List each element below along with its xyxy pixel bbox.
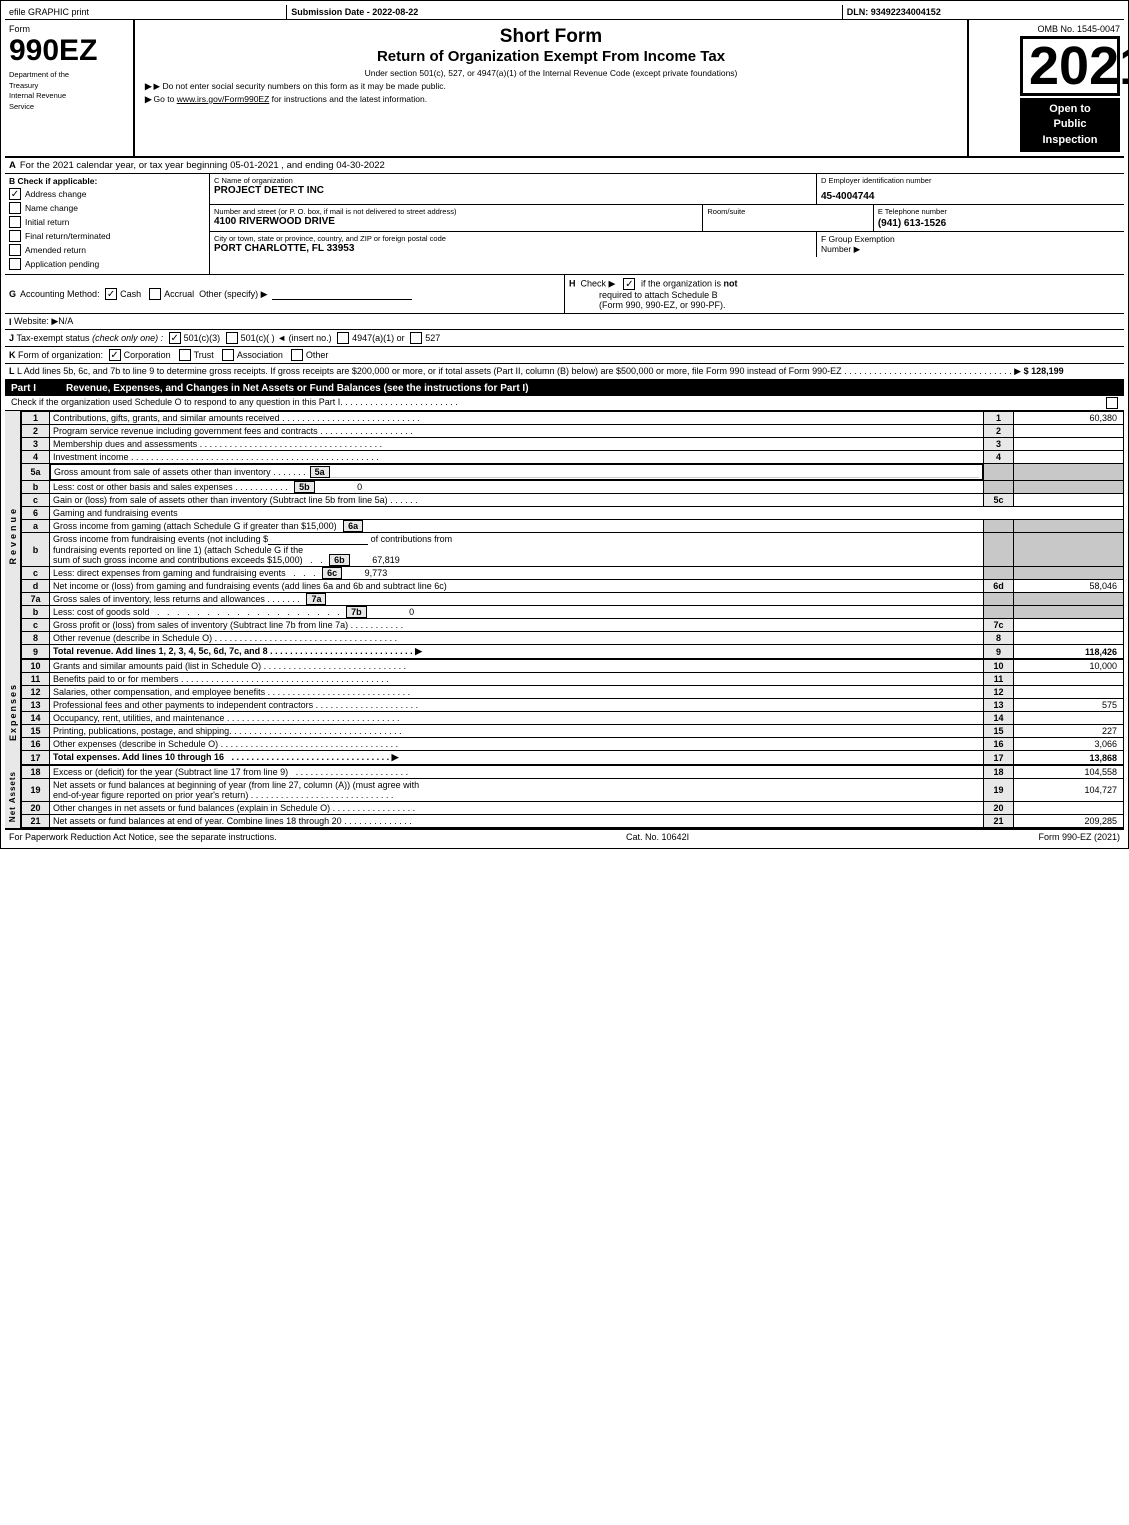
check-address-change: ✓ Address change <box>9 188 205 200</box>
expense-line-12: 12 Salaries, other compensation, and emp… <box>22 686 1124 699</box>
net-assets-section-label: Net Assets <box>5 765 21 828</box>
part1-header: Part I Revenue, Expenses, and Changes in… <box>5 381 1124 396</box>
section-a-text: For the 2021 calendar year, or tax year … <box>20 160 385 171</box>
section-g: G Accounting Method: ✓ Cash Accrual Othe… <box>5 275 565 313</box>
phone-label: E Telephone number <box>878 207 1120 216</box>
inst2: Go to www.irs.gov/Form990EZ for instruct… <box>154 94 428 104</box>
org-ein: 45-4004744 <box>821 191 1120 202</box>
efile-label: efile GRAPHIC print <box>5 5 287 19</box>
expense-line-16: 16 Other expenses (describe in Schedule … <box>22 738 1124 751</box>
form-number: 990EZ <box>9 36 129 66</box>
revenue-section-label: Revenue <box>5 411 21 659</box>
form-label: Form <box>9 24 129 34</box>
year: 2021 <box>1020 36 1120 96</box>
section-k: K Form of organization: ✓ Corporation Tr… <box>5 347 1124 364</box>
inst2-arrow: ▶ <box>145 94 152 105</box>
city-label: City or town, state or province, country… <box>214 234 812 243</box>
net-assets-line-20: 20 Other changes in net assets or fund b… <box>22 802 1124 815</box>
inst1: ▶ Do not enter social security numbers o… <box>154 81 446 92</box>
section-l: L L Add lines 5b, 6c, and 7b to line 9 t… <box>5 364 1124 381</box>
revenue-line-6b: b Gross income from fundraising events (… <box>22 533 1124 567</box>
open-to-public: Open toPublicInspection <box>1020 98 1120 152</box>
section-a-label: A <box>9 160 16 171</box>
revenue-line-5c: c Gain or (loss) from sale of assets oth… <box>22 494 1124 507</box>
d-label: D Employer identification number <box>821 176 1120 185</box>
net-assets-line-18: 18 Excess or (deficit) for the year (Sub… <box>22 766 1124 779</box>
inst1-arrow: ▶ <box>145 81 152 92</box>
revenue-line-5a: 5a Gross amount from sale of assets othe… <box>22 464 1124 481</box>
net-assets-line-21: 21 Net assets or fund balances at end of… <box>22 815 1124 828</box>
dept-info: Department of the Treasury Internal Reve… <box>9 70 129 112</box>
org-phone: (941) 613-1526 <box>878 218 1120 229</box>
section-h: H Check ▶ ✓ if the organization is not r… <box>565 275 1124 313</box>
address-label: Number and street (or P. O. box, if mail… <box>214 207 698 216</box>
form-title-sub: Return of Organization Exempt From Incom… <box>145 48 957 65</box>
form-title-note: Under section 501(c), 527, or 4947(a)(1)… <box>145 68 957 78</box>
revenue-line-6: 6 Gaming and fundraising events <box>22 507 1124 520</box>
check-app-pending: Application pending <box>9 258 205 270</box>
revenue-line-2: 2 Program service revenue including gove… <box>22 425 1124 438</box>
section-j: J Tax-exempt status (check only one) : ✓… <box>5 330 1124 347</box>
page-footer: For Paperwork Reduction Act Notice, see … <box>5 828 1124 844</box>
revenue-line-6a: a Gross income from gaming (attach Sched… <box>22 520 1124 533</box>
expenses-section-label: Expenses <box>5 659 21 765</box>
revenue-line-9: 9 Total revenue. Add lines 1, 2, 3, 4, 5… <box>22 645 1124 659</box>
dln: DLN: 93492234004152 <box>843 5 1124 19</box>
revenue-line-6d: d Net income or (loss) from gaming and f… <box>22 580 1124 593</box>
check-amended-return: Amended return <box>9 244 205 256</box>
check-initial-return: Initial return <box>9 216 205 228</box>
revenue-line-7a: 7a Gross sales of inventory, less return… <box>22 593 1124 606</box>
section-b-label: B Check if applicable: <box>9 176 205 186</box>
expense-line-10: 10 Grants and similar amounts paid (list… <box>22 660 1124 673</box>
part1-check-row: Check if the organization used Schedule … <box>5 396 1124 411</box>
org-address: 4100 RIVERWOOD DRIVE <box>214 216 698 227</box>
revenue-line-5b: b Less: cost or other basis and sales ex… <box>22 481 1124 494</box>
f-label: F Group ExemptionNumber ▶ <box>821 234 1120 255</box>
omb: OMB No. 1545-0047 <box>1037 24 1120 34</box>
submission-date: Submission Date - 2022-08-22 <box>287 5 843 19</box>
form-title-main: Short Form <box>145 26 957 48</box>
expense-line-13: 13 Professional fees and other payments … <box>22 699 1124 712</box>
c-label: C Name of organization <box>214 176 812 185</box>
check-final-return: Final return/terminated <box>9 230 205 242</box>
section-i: I Website: ▶N/A <box>5 314 1124 330</box>
room-label: Room/suite <box>707 207 868 216</box>
revenue-line-4: 4 Investment income . . . . . . . . . . … <box>22 451 1124 464</box>
revenue-line-3: 3 Membership dues and assessments . . . … <box>22 438 1124 451</box>
org-name: PROJECT DETECT INC <box>214 185 812 196</box>
expense-line-15: 15 Printing, publications, postage, and … <box>22 725 1124 738</box>
check-name-change: Name change <box>9 202 205 214</box>
expense-line-17: 17 Total expenses. Add lines 10 through … <box>22 751 1124 765</box>
revenue-line-7b: b Less: cost of goods sold . . . . . . .… <box>22 606 1124 619</box>
revenue-line-8: 8 Other revenue (describe in Schedule O)… <box>22 632 1124 645</box>
expense-line-14: 14 Occupancy, rent, utilities, and maint… <box>22 712 1124 725</box>
revenue-line-7c: c Gross profit or (loss) from sales of i… <box>22 619 1124 632</box>
revenue-line-1: 1 Contributions, gifts, grants, and simi… <box>22 412 1124 425</box>
expense-line-11: 11 Benefits paid to or for members . . .… <box>22 673 1124 686</box>
net-assets-line-19: 19 Net assets or fund balances at beginn… <box>22 779 1124 802</box>
revenue-line-6c: c Less: direct expenses from gaming and … <box>22 567 1124 580</box>
org-city: PORT CHARLOTTE, FL 33953 <box>214 243 812 254</box>
